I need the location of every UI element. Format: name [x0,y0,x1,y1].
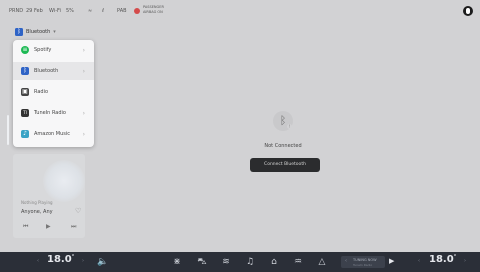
connection-status-text: Not Connected [264,143,302,149]
source-menu-item-amazon-music[interactable]: ♪ Amazon Music › [13,125,94,143]
wifi-indicator: Wi-Fi [49,8,61,14]
spotify-icon: ≡ [21,46,29,54]
side-panel-handle[interactable] [7,115,9,145]
date-text: 29 Feb [26,8,43,14]
airbag-status: PAB [117,8,127,14]
navigation-icon[interactable]: △ [316,256,328,268]
passenger-temp[interactable]: 18.0° [429,254,456,265]
driver-temp-value: 18.0 [47,254,72,265]
profile-icon[interactable] [463,6,473,16]
source-selector-label: Bluetooth [26,29,51,35]
seat-heat-icon[interactable]: ≋ [220,256,232,268]
passenger-temp-decrease-icon[interactable]: ‹ [418,258,420,264]
airbag-warning-icon [134,8,140,14]
signal-icon: ≈ [88,8,93,14]
temp-decrease-icon[interactable]: ‹ [37,258,39,264]
radio-icon: ▣ [21,88,29,96]
connect-bluetooth-button[interactable]: Connect Bluetooth [250,158,320,172]
source-menu-item-radio[interactable]: ▣ Radio [13,83,94,101]
bottom-dock: ‹ 18.0° › 🔈 ⋇ ⛍ ≋ ♫ ⌂ ♒ △ ‹ TUNING NOW T… [0,252,480,272]
previous-icon[interactable]: ‹ [345,258,347,264]
temp-unit: ° [71,254,75,260]
driver-temp[interactable]: 18.0° [47,254,74,265]
chevron-right-icon: › [82,46,85,54]
previous-track-button[interactable]: ⏮ [23,223,28,231]
bluetooth-icon: ᛒ [15,28,23,36]
temp-increase-icon[interactable]: › [82,258,84,264]
source-menu-item-spotify[interactable]: ≡ Spotify › [13,41,94,59]
now-playing-title: TUNING NOW [353,258,377,262]
defrost-icon[interactable]: ♒ [292,256,304,268]
chevron-down-icon: ▾ [53,29,56,35]
source-menu-item-label: Spotify [34,47,52,53]
music-icon[interactable]: ♫ [244,256,256,268]
chevron-right-icon: › [82,67,85,75]
battery-indicator: 5% [66,8,74,14]
source-menu-item-tunein[interactable]: TI TuneIn Radio › [13,104,94,122]
bluetooth-status-icon: ᛒ ! [273,111,293,131]
home-icon[interactable]: ⌂ [268,256,280,268]
source-menu-item-label: Amazon Music [34,131,71,137]
source-menu: ≡ Spotify › ᛒ Bluetooth › ▣ Radio TI Tun… [13,40,94,147]
temp-unit: ° [453,254,457,260]
source-menu-item-bluetooth[interactable]: ᛒ Bluetooth › [13,62,94,80]
airbag-notice-line1: PASSENGER [143,5,164,9]
favorite-icon[interactable]: ♡ [75,207,81,215]
gear-indicator: PRND [9,8,24,14]
play-icon[interactable]: ▶ [389,257,394,265]
now-playing-widget[interactable]: ‹ TUNING NOW TuneIn Radio ▶ [341,256,394,268]
mini-player: Nothing Playing Anyone, Any ♡ ⏮ ▶ ⏭ [13,154,85,238]
now-playing-subtitle: TuneIn Radio [353,263,373,267]
source-selector[interactable]: ᛒ Bluetooth ▾ [15,27,56,37]
source-menu-item-label: Radio [34,89,49,95]
airbag-notice-line2: AIRBAG ON [143,10,163,14]
volume-icon[interactable]: 🔈 [97,256,109,268]
disconnected-badge-icon: ! [287,124,292,129]
album-art [43,160,85,202]
passenger-temp-value: 18.0 [429,254,454,265]
track-title: Anyone, Any [21,209,53,215]
next-track-button[interactable]: ⏭ [71,223,76,231]
play-button[interactable]: ▶ [46,223,51,230]
connectivity-icon: ℓ [102,8,105,14]
status-bar: PRND 29 Feb Wi-Fi 5% ≈ ℓ PAB PASSENGER A… [0,0,480,20]
chevron-right-icon: › [82,109,85,117]
mini-player-status: Nothing Playing [21,200,53,205]
passenger-temp-increase-icon[interactable]: › [464,258,466,264]
tunein-icon: TI [21,109,29,117]
bluetooth-icon: ᛒ [21,67,29,75]
car-icon[interactable]: ⛍ [196,256,208,268]
climate-icon[interactable]: ⋇ [171,256,183,268]
source-menu-item-label: Bluetooth [34,68,59,74]
amazon-music-icon: ♪ [21,130,29,138]
chevron-right-icon: › [82,130,85,138]
source-menu-item-label: TuneIn Radio [34,110,66,116]
